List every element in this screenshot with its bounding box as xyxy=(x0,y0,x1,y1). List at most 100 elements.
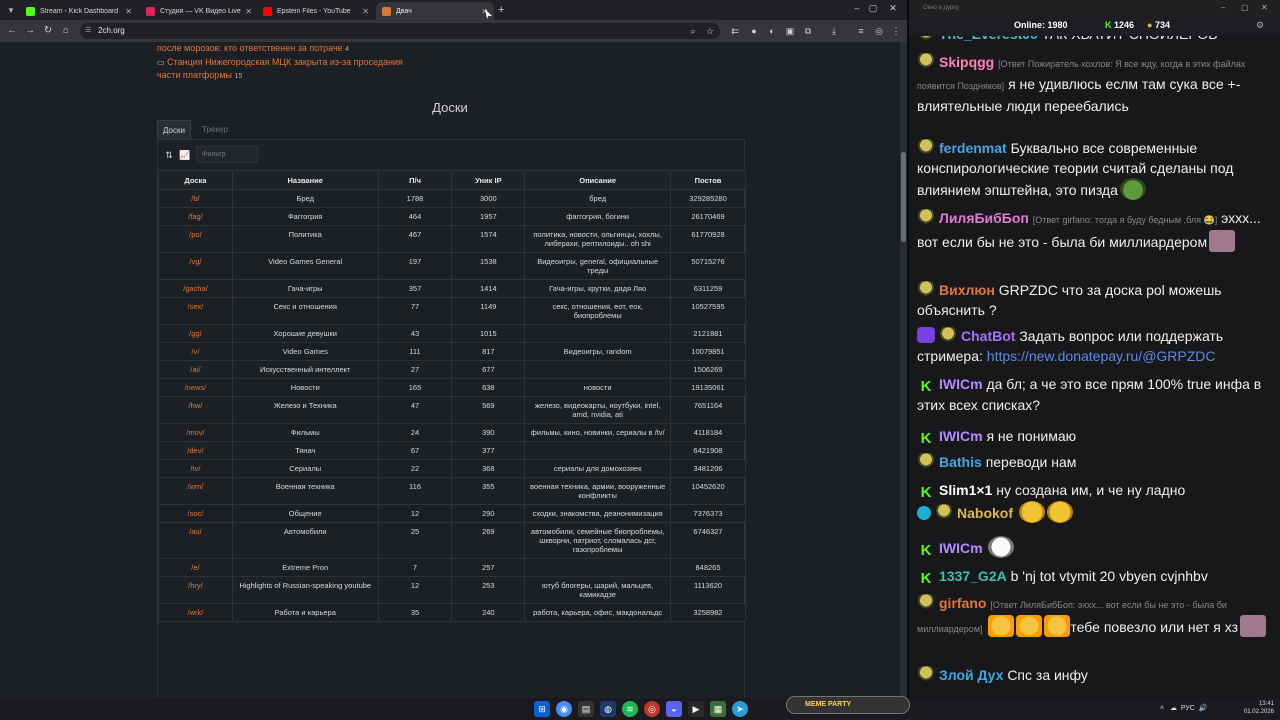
tab-kick-dashboard[interactable]: Stream - Kick Dashboard ✕ xyxy=(20,2,138,20)
close-window-icon[interactable]: ✕ xyxy=(884,3,902,14)
cell-board[interactable]: /gg/ xyxy=(158,324,233,343)
telegram-icon[interactable]: ➤ xyxy=(732,701,748,717)
col-unique-ip[interactable]: Уник IP xyxy=(451,170,526,190)
chrome-icon[interactable]: ◉ xyxy=(556,701,572,717)
close-icon[interactable]: ✕ xyxy=(1261,0,1268,16)
media-icon[interactable]: ▶ xyxy=(688,701,704,717)
star-icon[interactable]: ☆ xyxy=(704,25,716,37)
extension-icon-3[interactable]: ◐ xyxy=(766,25,778,37)
reload-icon[interactable]: ↻ xyxy=(41,24,55,38)
cell-board[interactable]: /vg/ xyxy=(158,252,233,280)
extension-icon-2[interactable]: ● xyxy=(748,25,760,37)
speaker-icon[interactable]: 🔊 xyxy=(1199,705,1208,712)
tab-search-icon[interactable]: ▾ xyxy=(4,3,18,17)
chat-username[interactable]: The_Everest00 xyxy=(939,36,1038,42)
start-icon[interactable]: ⊞ xyxy=(534,701,550,717)
chat-username[interactable]: Bathis xyxy=(939,454,982,470)
cell-board[interactable]: /soc/ xyxy=(158,504,233,523)
cell-board[interactable]: /fag/ xyxy=(158,207,233,226)
search-icon[interactable]: ⌕ xyxy=(687,25,699,37)
chat-username[interactable]: ferdenmat xyxy=(939,140,1007,156)
extension-icon-5[interactable]: ⧉ xyxy=(802,25,814,37)
chat-username[interactable]: Slim1×1 xyxy=(939,482,992,498)
donate-link[interactable]: https://new.donatepay.ru/@GRPZDC xyxy=(987,348,1216,364)
scrollbar[interactable] xyxy=(900,42,907,698)
wifi-icon[interactable]: ☁ xyxy=(1170,705,1177,712)
sort-icon[interactable]: ⇅ xyxy=(163,149,175,161)
cell-board[interactable]: /hw/ xyxy=(158,396,233,424)
cell-board[interactable]: /news/ xyxy=(158,378,233,397)
news-item-cont[interactable]: части платформы 15 xyxy=(157,69,242,83)
col-name[interactable]: Название xyxy=(231,170,379,190)
close-icon[interactable]: ✕ xyxy=(125,7,132,16)
maximize-icon[interactable]: ▢ xyxy=(864,3,882,14)
chat-username[interactable]: Skipqgg xyxy=(939,54,994,70)
back-icon[interactable]: ← xyxy=(5,24,19,38)
chat-username[interactable]: 1337_G2A xyxy=(939,568,1007,584)
obs-icon[interactable]: ◎ xyxy=(644,701,660,717)
close-icon[interactable]: ✕ xyxy=(362,7,369,16)
tab-2ch[interactable]: Двач ✕ xyxy=(376,2,494,20)
chat-username[interactable]: girfano xyxy=(939,595,986,611)
meme-party-widget[interactable]: MEME PARTY xyxy=(786,696,910,714)
cell-board[interactable]: /tv/ xyxy=(158,459,233,478)
new-tab-icon[interactable]: + xyxy=(498,3,504,17)
cell-board[interactable]: /b/ xyxy=(158,189,233,208)
tab-youtube[interactable]: Epstein Files - YouTube ✕ xyxy=(257,2,375,20)
minimize-icon[interactable]: – xyxy=(1221,0,1225,16)
maximize-icon[interactable]: ▢ xyxy=(1241,0,1249,16)
gear-icon[interactable]: ⚙ xyxy=(1256,20,1264,31)
cell-board[interactable]: /sex/ xyxy=(158,297,233,325)
tab-vk-video[interactable]: Студия — VK Видео Live ✕ xyxy=(140,2,258,20)
chat-username[interactable]: Вихлюн xyxy=(939,282,995,298)
chat-username[interactable]: ЛиляБибБоп xyxy=(939,210,1029,226)
news-item[interactable]: после морозов: кто ответственен за потра… xyxy=(157,42,349,56)
cell-board[interactable]: /dev/ xyxy=(158,441,233,460)
clock[interactable]: 13:41 01.02.2026 xyxy=(1226,700,1274,716)
menu-icon[interactable]: ⋮ xyxy=(890,25,902,37)
chat-username[interactable]: IWICm xyxy=(939,540,983,556)
chevron-up-icon[interactable]: ˄ xyxy=(1160,705,1164,712)
close-icon[interactable]: ✕ xyxy=(245,7,252,16)
site-info-icon[interactable]: ☰ xyxy=(85,27,93,35)
cell-board[interactable]: /wrk/ xyxy=(158,603,233,622)
tab-tracker[interactable]: Трекер xyxy=(197,120,233,140)
chat-username[interactable]: IWICm xyxy=(939,428,983,444)
scrollbar-thumb[interactable] xyxy=(901,152,906,242)
language-indicator[interactable]: РУС xyxy=(1181,705,1195,712)
download-icon[interactable]: ⤓ xyxy=(828,25,840,37)
steam-icon[interactable]: ◍ xyxy=(600,701,616,717)
extension-icon[interactable]: ⇇ xyxy=(729,25,741,37)
cell-board[interactable]: /au/ xyxy=(158,522,233,559)
tab-boards[interactable]: Доски xyxy=(157,120,191,140)
forward-icon[interactable]: → xyxy=(23,24,37,38)
chat-username[interactable]: Nabokof xyxy=(957,505,1013,521)
home-icon[interactable]: ⌂ xyxy=(59,24,73,38)
extension-icon-4[interactable]: ▣ xyxy=(784,25,796,37)
discord-icon[interactable]: ◒ xyxy=(666,701,682,717)
news-item[interactable]: ▭ Станция Нижегородская МЦК закрыта из-з… xyxy=(157,56,403,69)
app-icon[interactable]: ▦ xyxy=(710,701,726,717)
chat-username[interactable]: Злой Дух xyxy=(939,667,1003,683)
col-description[interactable]: Описание xyxy=(524,170,672,190)
spotify-icon[interactable]: ≋ xyxy=(622,701,638,717)
chart-icon[interactable]: 📈 xyxy=(179,149,191,161)
tab-search-icon-2[interactable]: ≡ xyxy=(855,25,867,37)
cell-board[interactable]: /mov/ xyxy=(158,423,233,442)
cell-board[interactable]: /hry/ xyxy=(158,576,233,604)
col-posts-per-hour[interactable]: П/ч xyxy=(377,170,453,190)
cell-board[interactable]: /po/ xyxy=(158,225,233,253)
cell-board[interactable]: /ai/ xyxy=(158,360,233,379)
profile-icon[interactable]: ◎ xyxy=(873,25,885,37)
cell-board[interactable]: /wm/ xyxy=(158,477,233,505)
address-bar[interactable]: ☰ 2ch.org xyxy=(80,23,720,39)
explorer-icon[interactable]: ▤ xyxy=(578,701,594,717)
cell-board[interactable]: /gacha/ xyxy=(158,279,233,298)
cell-board[interactable]: /v/ xyxy=(158,342,233,361)
cell-board[interactable]: /e/ xyxy=(158,558,233,577)
chat-username[interactable]: IWICm xyxy=(939,376,983,392)
chat-username[interactable]: ChatBot xyxy=(961,328,1015,344)
col-posts[interactable]: Постов xyxy=(670,170,746,190)
col-board[interactable]: Доска xyxy=(158,170,233,190)
filter-input[interactable]: Фильтр xyxy=(196,146,258,163)
